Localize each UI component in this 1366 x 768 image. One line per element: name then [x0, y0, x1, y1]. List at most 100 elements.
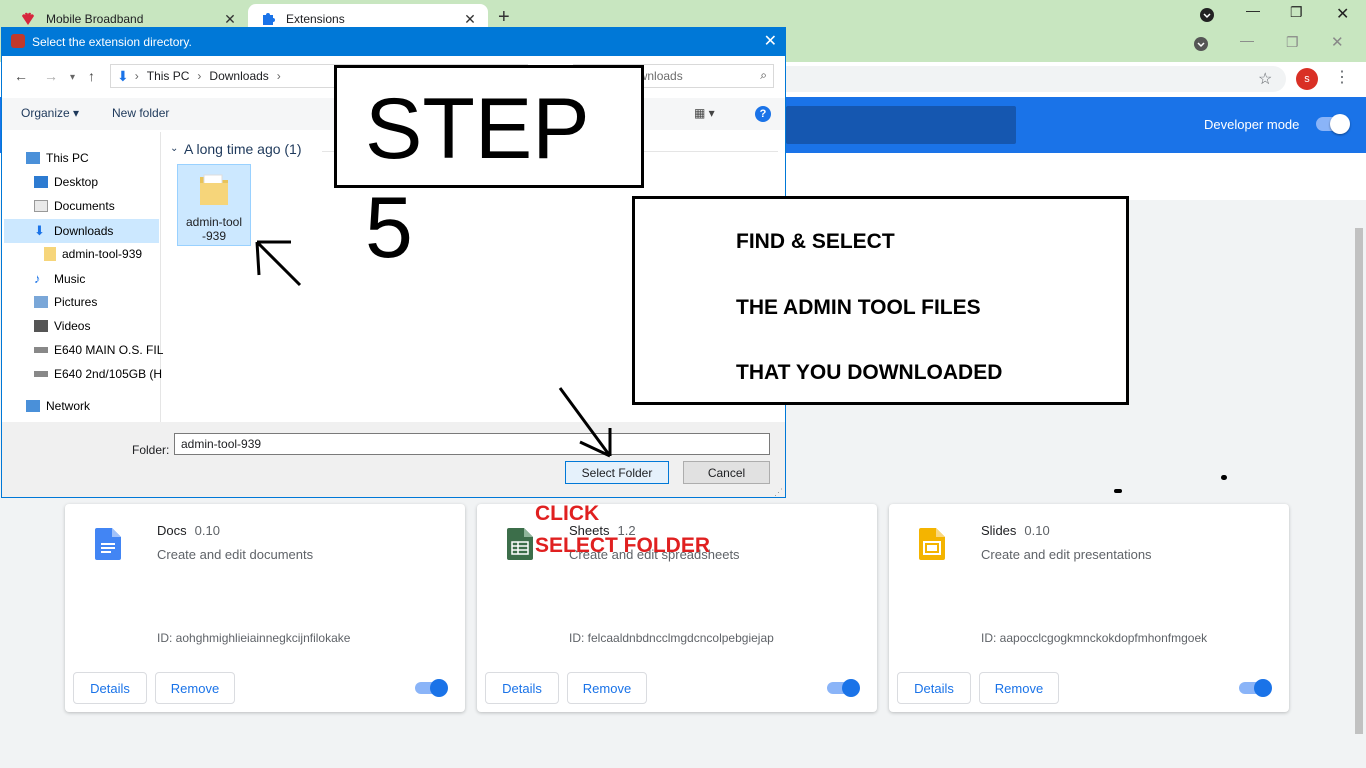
- details-button[interactable]: Details: [73, 672, 147, 704]
- maximize-icon[interactable]: ❐: [1286, 34, 1299, 51]
- nav-item-drive-main[interactable]: E640 MAIN O.S. FIL: [34, 343, 163, 357]
- cancel-button[interactable]: Cancel: [683, 461, 770, 484]
- docs-icon: [95, 528, 121, 560]
- slides-icon: [919, 528, 945, 560]
- dialog-titlebar: Select the extension directory. ✕: [2, 28, 785, 56]
- app-icon: [11, 34, 25, 48]
- forward-icon[interactable]: →: [44, 68, 58, 84]
- instruction-line: THAT YOU DOWNLOADED: [736, 361, 1003, 384]
- new-folder-button[interactable]: New folder: [112, 106, 169, 120]
- close-icon[interactable]: ✕: [220, 11, 240, 28]
- avatar[interactable]: s: [1296, 68, 1318, 90]
- help-icon[interactable]: ?: [755, 106, 771, 122]
- click-line: SELECT FOLDER: [535, 534, 711, 557]
- extension-name: Slides: [981, 523, 1017, 538]
- music-icon: ♪: [34, 271, 41, 286]
- download-icon: ⬇: [117, 67, 129, 84]
- documents-icon: [34, 200, 48, 212]
- nav-label: E640 MAIN O.S. FIL: [54, 343, 164, 357]
- enable-toggle[interactable]: [827, 679, 860, 697]
- folder-name-input[interactable]: admin-tool-939: [174, 433, 770, 455]
- nav-item-desktop[interactable]: Desktop: [34, 175, 98, 189]
- huawei-icon: [20, 11, 36, 27]
- nav-label: Videos: [54, 319, 91, 333]
- nav-item-music[interactable]: ♪ Music: [34, 271, 85, 286]
- menu-icon[interactable]: ⋮: [1334, 67, 1350, 87]
- nav-label: admin-tool-939: [62, 247, 143, 261]
- nav-label: Desktop: [54, 175, 99, 189]
- group-header[interactable]: A long time ago (1): [184, 141, 302, 157]
- pictures-icon: [34, 296, 48, 308]
- view-options-icon[interactable]: ▦ ▾: [694, 106, 715, 120]
- nav-item-this-pc[interactable]: This PC: [26, 151, 89, 165]
- remove-button[interactable]: Remove: [155, 672, 235, 704]
- developer-mode-toggle[interactable]: [1316, 114, 1350, 134]
- nav-item-documents[interactable]: Documents: [34, 199, 115, 213]
- profile-dropdown-icon[interactable]: [1194, 37, 1208, 54]
- nav-label: E640 2nd/105GB (H: [54, 367, 163, 381]
- details-button[interactable]: Details: [897, 672, 971, 704]
- close-window-icon[interactable]: ✕: [1331, 33, 1344, 51]
- close-window-icon[interactable]: ✕: [1336, 4, 1349, 24]
- new-tab-button[interactable]: +: [498, 6, 510, 29]
- extension-version: 0.10: [194, 523, 220, 538]
- nav-label: Documents: [54, 199, 115, 213]
- desktop-icon: [34, 176, 48, 188]
- click-annotation: CLICK SELECT FOLDER: [535, 498, 710, 562]
- profile-dropdown-icon[interactable]: [1200, 8, 1214, 25]
- instruction-line: FIND & SELECT: [736, 230, 895, 253]
- minimize-icon[interactable]: —: [1240, 32, 1254, 48]
- nav-label: This PC: [46, 151, 89, 165]
- nav-item-videos[interactable]: Videos: [34, 319, 90, 333]
- scrollbar-thumb[interactable]: [1355, 228, 1363, 734]
- enable-toggle[interactable]: [415, 679, 448, 697]
- chevron-down-icon[interactable]: ⌄: [170, 143, 178, 154]
- extension-description: Create and edit presentations: [981, 547, 1152, 562]
- search-icon: ⌕: [760, 68, 767, 82]
- organize-button[interactable]: Organize ▾: [21, 106, 79, 120]
- nav-label: Pictures: [54, 295, 98, 309]
- computer-icon: [26, 152, 40, 164]
- chevron-right-icon: ›: [197, 69, 202, 83]
- close-icon[interactable]: ✕: [764, 31, 777, 51]
- remove-button[interactable]: Remove: [567, 672, 647, 704]
- back-icon[interactable]: ←: [14, 68, 28, 84]
- up-icon[interactable]: ↑: [88, 68, 95, 84]
- navigation-pane: This PC Desktop Documents ⬇ Downloads adm…: [2, 132, 163, 422]
- extension-id: ID: aohghmighlieiainnegkcijnfilokake: [157, 631, 351, 645]
- drive-icon: [34, 371, 48, 377]
- star-icon[interactable]: ☆: [1258, 69, 1272, 89]
- nav-item-network[interactable]: Network: [26, 399, 90, 413]
- breadcrumb-item[interactable]: This PC: [147, 69, 190, 83]
- remove-button[interactable]: Remove: [979, 672, 1059, 704]
- nav-item-pictures[interactable]: Pictures: [34, 295, 97, 309]
- folder-item-admin-tool[interactable]: admin-tool -939: [177, 164, 251, 246]
- tab-label: Extensions: [286, 12, 345, 26]
- breadcrumb-item[interactable]: Downloads: [209, 69, 268, 83]
- extension-description: Create and edit documents: [157, 547, 314, 562]
- extensions-search[interactable]: [786, 106, 1016, 144]
- resize-grip-icon[interactable]: ⋰: [774, 487, 783, 498]
- nav-label: Music: [54, 271, 86, 286]
- nav-item-drive-2nd[interactable]: E640 2nd/105GB (H: [34, 367, 162, 381]
- instruction-line: THE ADMIN TOOL FILES: [736, 296, 981, 319]
- chevron-right-icon: ›: [276, 69, 281, 83]
- chevron-down-icon[interactable]: ▾: [70, 72, 75, 83]
- enable-toggle[interactable]: [1239, 679, 1272, 697]
- click-line: CLICK: [535, 502, 600, 525]
- sheets-icon: [507, 528, 533, 560]
- nav-item-downloads[interactable]: ⬇ Downloads: [34, 223, 113, 239]
- close-icon[interactable]: ✕: [460, 11, 480, 28]
- puzzle-icon: [260, 11, 276, 27]
- nav-item-admin-tool[interactable]: admin-tool-939: [44, 247, 142, 261]
- step-annotation: STEP 5: [334, 65, 644, 276]
- developer-mode-label: Developer mode: [1204, 117, 1300, 132]
- download-icon: ⬇: [34, 223, 45, 238]
- address-bar[interactable]: [780, 66, 1286, 92]
- extension-id: ID: felcaaldnbdncclmgdcncolpebgiejap: [569, 631, 774, 645]
- minimize-icon[interactable]: —: [1246, 2, 1260, 18]
- arrow-to-select-folder-icon: [558, 387, 612, 458]
- maximize-icon[interactable]: ❐: [1290, 4, 1303, 21]
- dot-mark: [1221, 475, 1227, 480]
- details-button[interactable]: Details: [485, 672, 559, 704]
